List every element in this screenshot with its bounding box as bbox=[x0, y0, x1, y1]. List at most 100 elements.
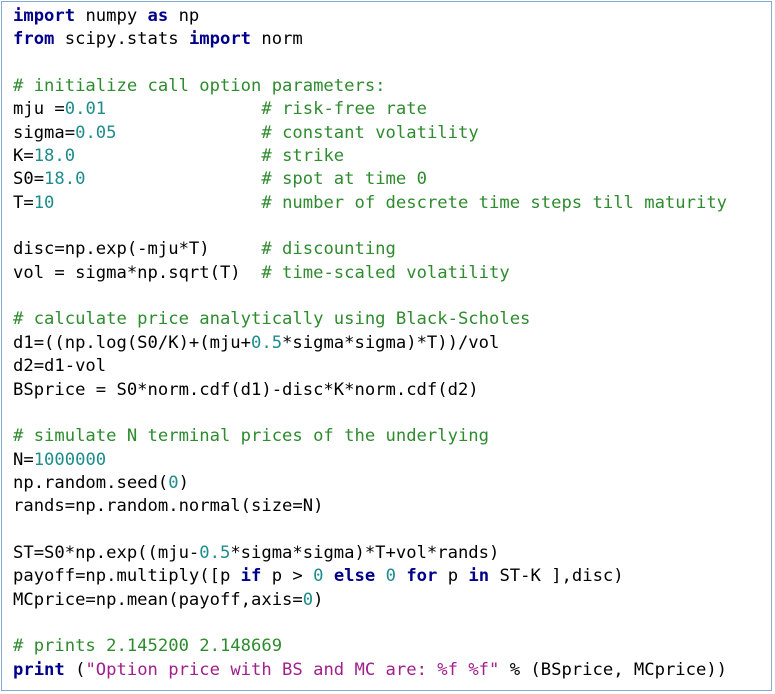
code-token: np.random.seed( bbox=[13, 472, 169, 493]
keyword-token: import bbox=[13, 6, 76, 26]
code-line: disc=np.exp(-mju*T) # discounting bbox=[13, 238, 727, 261]
code-token: scipy.stats bbox=[54, 29, 189, 50]
code-token: ) bbox=[313, 589, 324, 610]
number-token: 0 bbox=[385, 566, 396, 587]
code-token: sigma= bbox=[13, 122, 76, 143]
code-token: N= bbox=[13, 449, 34, 470]
comment-token: # simulate N terminal prices of the unde… bbox=[13, 426, 489, 447]
code-token: ST-K ],disc) bbox=[489, 566, 624, 587]
comment-token: # prints 2.145200 2.148669 bbox=[13, 636, 283, 657]
code-token: *sigma*sigma)*T+vol*rands) bbox=[230, 542, 500, 563]
keyword-token: in bbox=[468, 566, 490, 587]
code-token: rands=np.random.normal(size=N) bbox=[13, 496, 324, 517]
code-line: d1=((np.log(S0/K)+(mju+0.5*sigma*sigma)*… bbox=[13, 332, 727, 355]
code-token: d1=((np.log(S0/K)+(mju+ bbox=[13, 332, 251, 353]
comment-token: # discounting bbox=[261, 239, 396, 260]
keyword-token: from bbox=[13, 29, 55, 50]
number-token: 0.5 bbox=[251, 332, 283, 353]
comment-token: # spot at time 0 bbox=[261, 169, 427, 190]
code-token: T= bbox=[13, 192, 34, 213]
code-token: BSprice = S0*norm.cdf(d1)-disc*K*norm.cd… bbox=[13, 379, 479, 400]
code-line: S0=18.0 # spot at time 0 bbox=[13, 168, 727, 191]
code-line: K=18.0 # strike bbox=[13, 145, 727, 168]
code-line: from scipy.stats import norm bbox=[13, 28, 727, 51]
code-line: T=10 # number of descrete time steps til… bbox=[13, 192, 727, 215]
keyword-token: if bbox=[240, 566, 262, 587]
code-token: d2=d1-vol bbox=[13, 356, 107, 377]
code-line: print ("Option price with BS and MC are:… bbox=[13, 659, 727, 682]
code-token: K= bbox=[13, 146, 34, 167]
code-token: norm bbox=[251, 29, 303, 50]
code-token: p bbox=[437, 566, 469, 587]
code-line: # calculate price analytically using Bla… bbox=[13, 308, 727, 331]
number-token: 0 bbox=[313, 566, 324, 587]
code-line: np.random.seed(0) bbox=[13, 472, 727, 495]
number-token: 10 bbox=[33, 192, 55, 213]
code-line: MCprice=np.mean(payoff,axis=0) bbox=[13, 589, 727, 612]
string-token: "Option price with BS and MC are: %f %f" bbox=[85, 659, 500, 680]
comment-token: # initialize call option parameters: bbox=[13, 76, 386, 97]
code-token: payoff=np.multiply([p bbox=[13, 566, 241, 587]
keyword-token: else bbox=[333, 566, 376, 587]
code-token: S0= bbox=[13, 169, 45, 190]
code-line: mju =0.01 # risk-free rate bbox=[13, 98, 727, 121]
code-line: # initialize call option parameters: bbox=[13, 75, 727, 98]
code-token: % (BSprice, MCprice)) bbox=[499, 659, 728, 680]
code-line: rands=np.random.normal(size=N) bbox=[13, 495, 727, 518]
code-token: MCprice=np.mean(payoff,axis= bbox=[13, 589, 303, 610]
code-token: ) bbox=[178, 472, 189, 493]
code-line: ST=S0*np.exp((mju-0.5*sigma*sigma)*T+vol… bbox=[13, 542, 727, 565]
comment-token: # constant volatility bbox=[261, 122, 479, 143]
number-token: 18.0 bbox=[33, 146, 76, 167]
number-token: 0 bbox=[302, 589, 314, 610]
keyword-token: print bbox=[13, 659, 65, 680]
code-editor-frame: import numpy as np from scipy.stats impor… bbox=[1, 1, 772, 691]
number-token: 0 bbox=[168, 472, 179, 493]
code-token: numpy bbox=[75, 6, 148, 26]
code-line: d2=d1-vol bbox=[13, 355, 727, 378]
code-block[interactable]: import numpy as np from scipy.stats impor… bbox=[13, 5, 727, 682]
comment-token: # calculate price analytically using Bla… bbox=[13, 309, 531, 330]
code-token: mju = bbox=[13, 99, 65, 120]
code-line: import numpy as np bbox=[13, 5, 727, 28]
code-line: payoff=np.multiply([p if p > 0 else 0 fo… bbox=[13, 565, 727, 588]
code-token: ST=S0*np.exp((mju- bbox=[13, 542, 200, 563]
number-token: 18.0 bbox=[44, 169, 86, 190]
code-line: N=1000000 bbox=[13, 449, 727, 472]
number-token: 0.5 bbox=[199, 542, 231, 563]
code-token: *sigma*sigma)*T))/vol bbox=[282, 332, 500, 353]
code-token: disc=np.exp(-mju*T) bbox=[13, 239, 262, 260]
comment-token: # time-scaled volatility bbox=[261, 262, 510, 283]
keyword-token: as bbox=[147, 6, 169, 26]
code-line: vol = sigma*np.sqrt(T) # time-scaled vol… bbox=[13, 262, 727, 285]
code-token: np bbox=[168, 6, 200, 26]
code-token: p > bbox=[261, 566, 314, 587]
code-line: # prints 2.145200 2.148669 bbox=[13, 635, 727, 658]
number-token: 0.01 bbox=[64, 99, 107, 120]
code-line: BSprice = S0*norm.cdf(d1)-disc*K*norm.cd… bbox=[13, 379, 727, 402]
number-token: 1000000 bbox=[33, 449, 107, 470]
code-token: vol = sigma*np.sqrt(T) bbox=[13, 262, 262, 283]
comment-token: # strike bbox=[261, 146, 345, 167]
comment-token: # number of descrete time steps till mat… bbox=[261, 192, 728, 213]
keyword-token: for bbox=[406, 566, 438, 587]
number-token: 0.05 bbox=[75, 122, 117, 143]
comment-token: # risk-free rate bbox=[261, 99, 427, 120]
code-token: ( bbox=[64, 659, 86, 680]
code-line: # simulate N terminal prices of the unde… bbox=[13, 425, 727, 448]
code-line: sigma=0.05 # constant volatility bbox=[13, 122, 727, 145]
